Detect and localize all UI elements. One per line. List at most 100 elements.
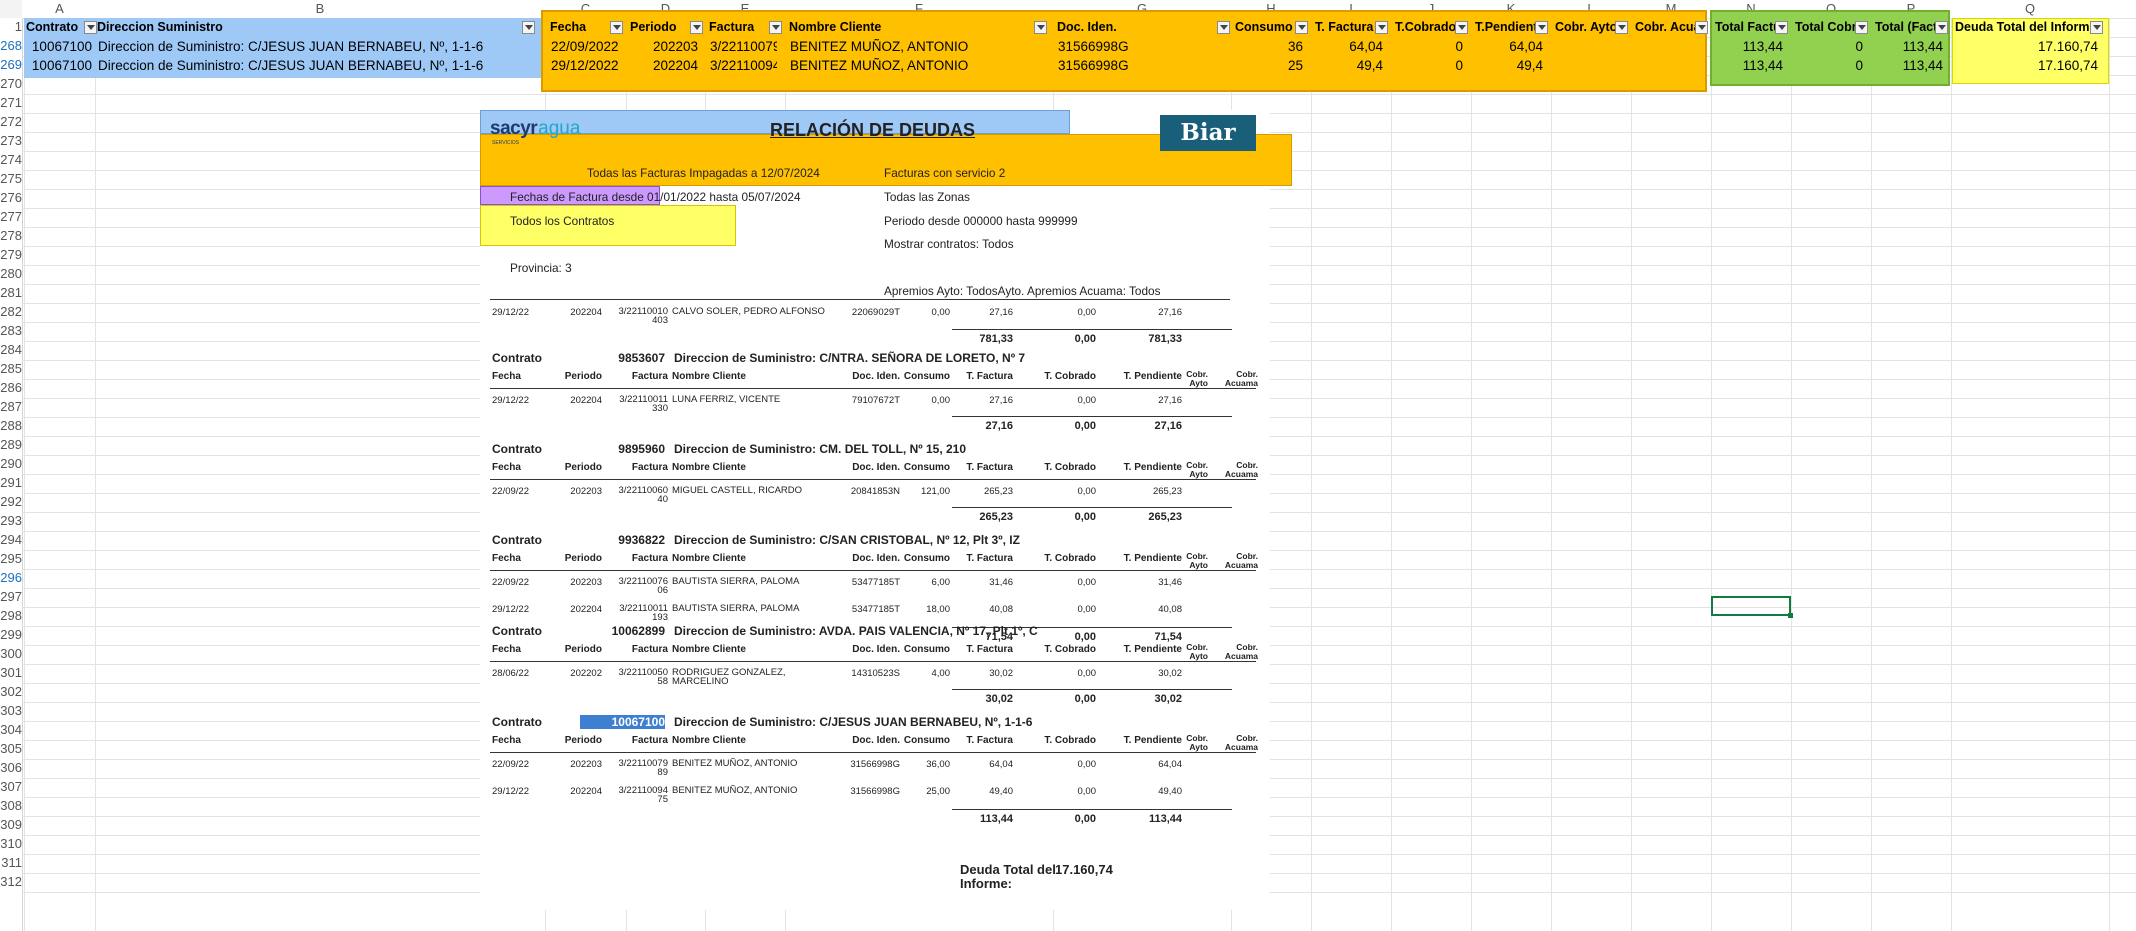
cell-doc[interactable]: 31566998G bbox=[1058, 56, 1225, 75]
filter-dropdown-icon[interactable] bbox=[1615, 21, 1628, 34]
cell-totalfactura[interactable]: 113,44 bbox=[1716, 37, 1783, 56]
cell-factura[interactable]: 3/2211009475 bbox=[710, 56, 777, 75]
row-number-284[interactable]: 284 bbox=[0, 341, 22, 359]
filter-dropdown-icon[interactable] bbox=[1695, 21, 1708, 34]
row-number-279[interactable]: 279 bbox=[0, 246, 22, 264]
cell-nombre[interactable]: BENITEZ MUÑOZ, ANTONIO bbox=[790, 37, 1042, 56]
filter-dropdown-icon[interactable] bbox=[610, 21, 623, 34]
report-cell-tfactura: 27,16 bbox=[989, 395, 1013, 406]
row-number-296[interactable]: 296 bbox=[0, 569, 22, 587]
cell-direccion[interactable]: Direccion de Suministro: C/JESUS JUAN BE… bbox=[98, 56, 530, 75]
select-all-corner[interactable] bbox=[0, 0, 22, 18]
row-number-311[interactable]: 311 bbox=[0, 854, 22, 872]
row-number-308[interactable]: 308 bbox=[0, 797, 22, 815]
filter-dropdown-icon[interactable] bbox=[2090, 21, 2103, 34]
cell-fecha[interactable]: 22/09/2022 bbox=[551, 37, 618, 56]
row-number-291[interactable]: 291 bbox=[0, 474, 22, 492]
row-number-292[interactable]: 292 bbox=[0, 493, 22, 511]
row-number-300[interactable]: 300 bbox=[0, 645, 22, 663]
filter-dropdown-icon[interactable] bbox=[1455, 21, 1468, 34]
row-number-275[interactable]: 275 bbox=[0, 170, 22, 188]
row-number-270[interactable]: 270 bbox=[0, 75, 22, 93]
cell-deudatotal[interactable]: 17.160,74 bbox=[1956, 37, 2098, 56]
row-number-268[interactable]: 268 bbox=[0, 37, 22, 55]
filter-active-icon[interactable] bbox=[84, 21, 97, 34]
cell-nombre[interactable]: BENITEZ MUÑOZ, ANTONIO bbox=[790, 56, 1042, 75]
filter-dropdown-icon[interactable] bbox=[1775, 21, 1788, 34]
row-number-1[interactable]: 1 bbox=[0, 18, 22, 36]
cell-direccion[interactable]: Direccion de Suministro: C/JESUS JUAN BE… bbox=[98, 37, 530, 56]
row-number-272[interactable]: 272 bbox=[0, 113, 22, 131]
fill-handle[interactable] bbox=[1788, 613, 1793, 618]
row-number-307[interactable]: 307 bbox=[0, 778, 22, 796]
row-number-273[interactable]: 273 bbox=[0, 132, 22, 150]
row-number-304[interactable]: 304 bbox=[0, 721, 22, 739]
filter-dropdown-icon[interactable] bbox=[1034, 21, 1047, 34]
cell-totalfactp[interactable]: 113,44 bbox=[1876, 56, 1943, 75]
filter-dropdown-icon[interactable] bbox=[1295, 21, 1308, 34]
active-cell[interactable] bbox=[1711, 596, 1791, 616]
filter-dropdown-icon[interactable] bbox=[769, 21, 782, 34]
row-number-298[interactable]: 298 bbox=[0, 607, 22, 625]
filter-dropdown-icon[interactable] bbox=[1375, 21, 1388, 34]
row-number-277[interactable]: 277 bbox=[0, 208, 22, 226]
filter-dropdown-icon[interactable] bbox=[1855, 21, 1868, 34]
cell-periodo[interactable]: 202203 bbox=[631, 37, 698, 56]
row-number-286[interactable]: 286 bbox=[0, 379, 22, 397]
cell-contrato[interactable]: 10067100 bbox=[27, 37, 92, 56]
cell-tpendiente[interactable]: 64,04 bbox=[1476, 37, 1543, 56]
cell-tfactura[interactable]: 49,4 bbox=[1316, 56, 1383, 75]
column-letter-A[interactable]: A bbox=[24, 0, 95, 18]
row-number-274[interactable]: 274 bbox=[0, 151, 22, 169]
row-number-269[interactable]: 269 bbox=[0, 56, 22, 74]
row-number-297[interactable]: 297 bbox=[0, 588, 22, 606]
row-number-303[interactable]: 303 bbox=[0, 702, 22, 720]
row-number-299[interactable]: 299 bbox=[0, 626, 22, 644]
row-number-293[interactable]: 293 bbox=[0, 512, 22, 530]
cell-tcobrado[interactable]: 0 bbox=[1396, 37, 1463, 56]
row-number-281[interactable]: 281 bbox=[0, 284, 22, 302]
row-number-276[interactable]: 276 bbox=[0, 189, 22, 207]
row-number-294[interactable]: 294 bbox=[0, 531, 22, 549]
cell-periodo[interactable]: 202204 bbox=[631, 56, 698, 75]
filter-dropdown-icon[interactable] bbox=[1935, 21, 1948, 34]
row-number-310[interactable]: 310 bbox=[0, 835, 22, 853]
row-number-285[interactable]: 285 bbox=[0, 360, 22, 378]
row-number-287[interactable]: 287 bbox=[0, 398, 22, 416]
cell-contrato[interactable]: 10067100 bbox=[27, 56, 92, 75]
cell-factura[interactable]: 3/2211007989 bbox=[710, 37, 777, 56]
row-number-312[interactable]: 312 bbox=[0, 873, 22, 891]
cell-deudatotal[interactable]: 17.160,74 bbox=[1956, 56, 2098, 75]
filter-dropdown-icon[interactable] bbox=[1217, 21, 1230, 34]
row-number-295[interactable]: 295 bbox=[0, 550, 22, 568]
row-number-289[interactable]: 289 bbox=[0, 436, 22, 454]
cell-tcobrado[interactable]: 0 bbox=[1396, 56, 1463, 75]
cell-tfactura[interactable]: 64,04 bbox=[1316, 37, 1383, 56]
column-letter-Q[interactable]: Q bbox=[1951, 0, 2109, 18]
row-number-283[interactable]: 283 bbox=[0, 322, 22, 340]
cell-totalcobrado[interactable]: 0 bbox=[1796, 37, 1863, 56]
row-number-280[interactable]: 280 bbox=[0, 265, 22, 283]
cell-consumo[interactable]: 25 bbox=[1236, 56, 1303, 75]
filter-dropdown-icon[interactable] bbox=[690, 21, 703, 34]
column-letter-B[interactable]: B bbox=[95, 0, 545, 18]
row-number-306[interactable]: 306 bbox=[0, 759, 22, 777]
row-number-309[interactable]: 309 bbox=[0, 816, 22, 834]
row-number-282[interactable]: 282 bbox=[0, 303, 22, 321]
row-number-271[interactable]: 271 bbox=[0, 94, 22, 112]
cell-totalfactura[interactable]: 113,44 bbox=[1716, 56, 1783, 75]
row-number-288[interactable]: 288 bbox=[0, 417, 22, 435]
cell-totalfactp[interactable]: 113,44 bbox=[1876, 37, 1943, 56]
row-number-278[interactable]: 278 bbox=[0, 227, 22, 245]
row-number-290[interactable]: 290 bbox=[0, 455, 22, 473]
row-number-302[interactable]: 302 bbox=[0, 683, 22, 701]
row-number-305[interactable]: 305 bbox=[0, 740, 22, 758]
row-number-301[interactable]: 301 bbox=[0, 664, 22, 682]
cell-tpendiente[interactable]: 49,4 bbox=[1476, 56, 1543, 75]
cell-doc[interactable]: 31566998G bbox=[1058, 37, 1225, 56]
filter-dropdown-icon[interactable] bbox=[1535, 21, 1548, 34]
cell-fecha[interactable]: 29/12/2022 bbox=[551, 56, 618, 75]
cell-consumo[interactable]: 36 bbox=[1236, 37, 1303, 56]
cell-totalcobrado[interactable]: 0 bbox=[1796, 56, 1863, 75]
filter-dropdown-icon[interactable] bbox=[522, 21, 535, 34]
